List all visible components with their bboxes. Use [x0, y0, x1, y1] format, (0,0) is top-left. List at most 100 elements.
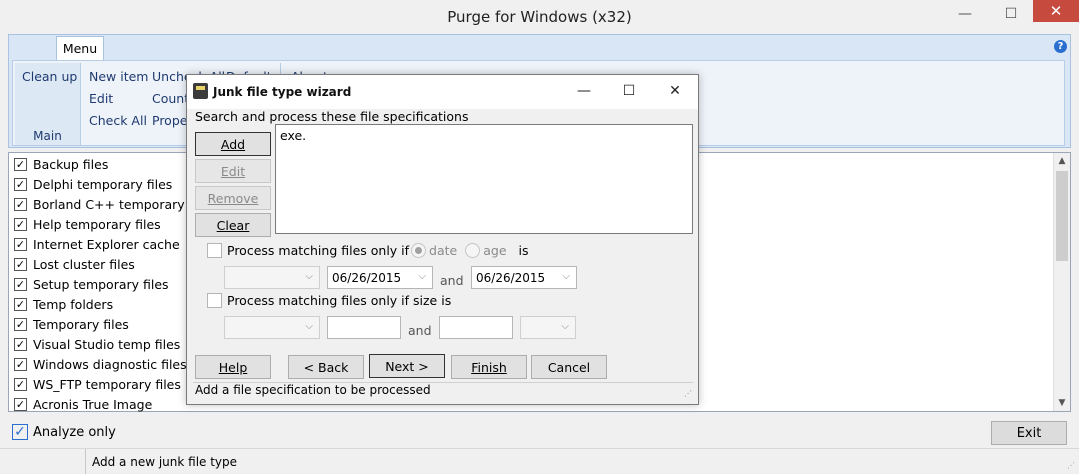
remove-button[interactable]: Remove [195, 186, 271, 210]
analyze-only-label: Analyze only [33, 424, 116, 440]
list-item[interactable]: ✓ Borland C++ temporary file [14, 194, 208, 214]
list-item[interactable]: ✓ Lost cluster files [14, 254, 135, 274]
size-and-label: and [408, 323, 432, 338]
status-bar: Add a new junk file type ⋰ [0, 448, 1079, 474]
dialog-maximize-button[interactable]: ☐ [614, 81, 644, 101]
list-item-label: Temporary files [33, 316, 129, 332]
size-filter-row: Process matching files only if size is [207, 293, 451, 308]
list-item[interactable]: ✓ Windows diagnostic files [14, 354, 187, 374]
date-filter-checkbox[interactable] [207, 243, 222, 258]
remove-button-label: Remove [207, 190, 259, 206]
list-item-checkbox[interactable]: ✓ [14, 317, 27, 331]
list-item-checkbox[interactable]: ✓ [14, 297, 27, 311]
list-item[interactable]: ✓ Visual Studio temp files [14, 334, 180, 354]
list-item-checkbox[interactable]: ✓ [14, 237, 27, 251]
new-item-button[interactable]: New item [89, 69, 148, 84]
help-icon[interactable]: ? [1054, 40, 1067, 53]
add-button[interactable]: Add [195, 132, 271, 156]
list-item-checkbox[interactable]: ✓ [14, 197, 27, 211]
list-item[interactable]: ✓ Internet Explorer cache [14, 234, 180, 254]
size-unit-select[interactable]: ⌵ [520, 316, 576, 339]
list-item[interactable]: ✓ Setup temporary files [14, 274, 169, 294]
date-radio[interactable] [411, 243, 427, 258]
scroll-down-icon[interactable]: ▼ [1054, 395, 1070, 411]
help-button[interactable]: Help [195, 355, 271, 379]
date-condition-select[interactable]: ⌵ [224, 266, 320, 289]
dialog-body: Search and process these file specificat… [187, 109, 698, 404]
list-item-checkbox[interactable]: ✓ [14, 217, 27, 231]
chevron-down-icon: ⌵ [561, 321, 569, 332]
list-item-checkbox[interactable]: ✓ [14, 397, 27, 411]
status-text: Add a new junk file type [85, 449, 237, 474]
size-filter-checkbox[interactable] [207, 293, 222, 308]
dialog-close-button[interactable]: ✕ [660, 81, 690, 101]
list-item-label: Help temporary files [33, 216, 161, 232]
list-item-label: WS_FTP temporary files [33, 376, 181, 392]
to-date-value: 06/26/2015 [476, 270, 546, 285]
clear-button[interactable]: Clear [195, 213, 271, 237]
close-button[interactable]: ✕ [1033, 0, 1079, 22]
add-button-label: Add [220, 136, 246, 152]
checkmark-icon[interactable]: ✓ [12, 424, 28, 440]
list-item-checkbox[interactable]: ✓ [14, 357, 27, 371]
list-item-checkbox[interactable]: ✓ [14, 157, 27, 171]
chevron-down-icon: ⌵ [305, 271, 313, 282]
is-label: is [518, 243, 529, 258]
next-button-label: Next > [385, 358, 429, 374]
list-item[interactable]: ✓ Temporary files [14, 314, 129, 334]
size-to-input[interactable] [439, 316, 513, 339]
analyze-only-checkbox[interactable]: ✓ Analyze only [12, 424, 116, 440]
from-date-picker[interactable]: 06/26/2015 ⌵ [327, 266, 433, 289]
dialog-status-text: Add a file specification to be processed [195, 383, 431, 397]
age-radio[interactable] [465, 243, 481, 258]
scroll-thumb[interactable] [1056, 171, 1068, 261]
date-radio-label: date [429, 243, 458, 258]
clean-up-button[interactable]: Clean up [22, 69, 77, 84]
chevron-down-icon: ⌵ [562, 271, 570, 282]
list-item-checkbox[interactable]: ✓ [14, 257, 27, 271]
list-item-checkbox[interactable]: ✓ [14, 337, 27, 351]
resize-grip-icon[interactable]: ⋰ [684, 389, 692, 398]
edit-button[interactable]: Edit [89, 91, 113, 106]
count-button[interactable]: Count [152, 91, 189, 106]
dialog-minimize-button[interactable]: — [569, 81, 599, 101]
list-item-checkbox[interactable]: ✓ [14, 177, 27, 191]
tab-menu[interactable]: Menu [56, 36, 104, 60]
list-item[interactable]: ✓ Delphi temporary files [14, 174, 172, 194]
maximize-button[interactable]: ☐ [989, 0, 1033, 28]
cancel-button[interactable]: Cancel [531, 355, 607, 379]
check-all-button[interactable]: Check All [89, 113, 147, 128]
next-button[interactable]: Next > [369, 354, 445, 378]
list-item[interactable]: ✓ Temp folders [14, 294, 113, 314]
junk-file-type-wizard-dialog: Junk file type wizard — ☐ ✕ Search and p… [186, 74, 699, 405]
vertical-scrollbar[interactable]: ▲ ▼ [1053, 153, 1070, 411]
list-item[interactable]: ✓ Acronis True Image [14, 394, 152, 414]
list-item-checkbox[interactable]: ✓ [14, 277, 27, 291]
date-filter-label: Process matching files only if [227, 243, 410, 258]
size-from-input[interactable] [327, 316, 401, 339]
edit-spec-button[interactable]: Edit [195, 159, 271, 183]
list-item-label: Acronis True Image [33, 396, 153, 412]
list-item-label: Lost cluster files [33, 256, 135, 272]
group-main: Clean up Main [15, 63, 81, 145]
file-spec-textarea[interactable]: exe. [275, 124, 693, 234]
cancel-button-label: Cancel [547, 359, 591, 375]
list-item[interactable]: ✓ Backup files [14, 154, 108, 174]
group-main-label: Main [33, 129, 62, 143]
list-item[interactable]: ✓ WS_FTP temporary files [14, 374, 181, 394]
finish-button[interactable]: Finish [451, 355, 527, 379]
list-item-label: Windows diagnostic files [33, 356, 187, 372]
minimize-button[interactable]: — [943, 0, 987, 28]
window-title: Purge for Windows (x32) [447, 8, 632, 26]
to-date-picker[interactable]: 06/26/2015 ⌵ [471, 266, 577, 289]
size-condition-select[interactable]: ⌵ [224, 316, 320, 339]
resize-grip-icon[interactable]: ⋰ [1067, 461, 1075, 470]
scroll-up-icon[interactable]: ▲ [1054, 153, 1070, 169]
list-item-label: Backup files [33, 156, 109, 172]
list-item-checkbox[interactable]: ✓ [14, 377, 27, 391]
list-item[interactable]: ✓ Help temporary files [14, 214, 161, 234]
back-button[interactable]: < Back [288, 355, 364, 379]
exit-button[interactable]: Exit [991, 421, 1067, 445]
properties-button[interactable]: Prope [152, 113, 187, 128]
trash-icon [193, 83, 208, 99]
